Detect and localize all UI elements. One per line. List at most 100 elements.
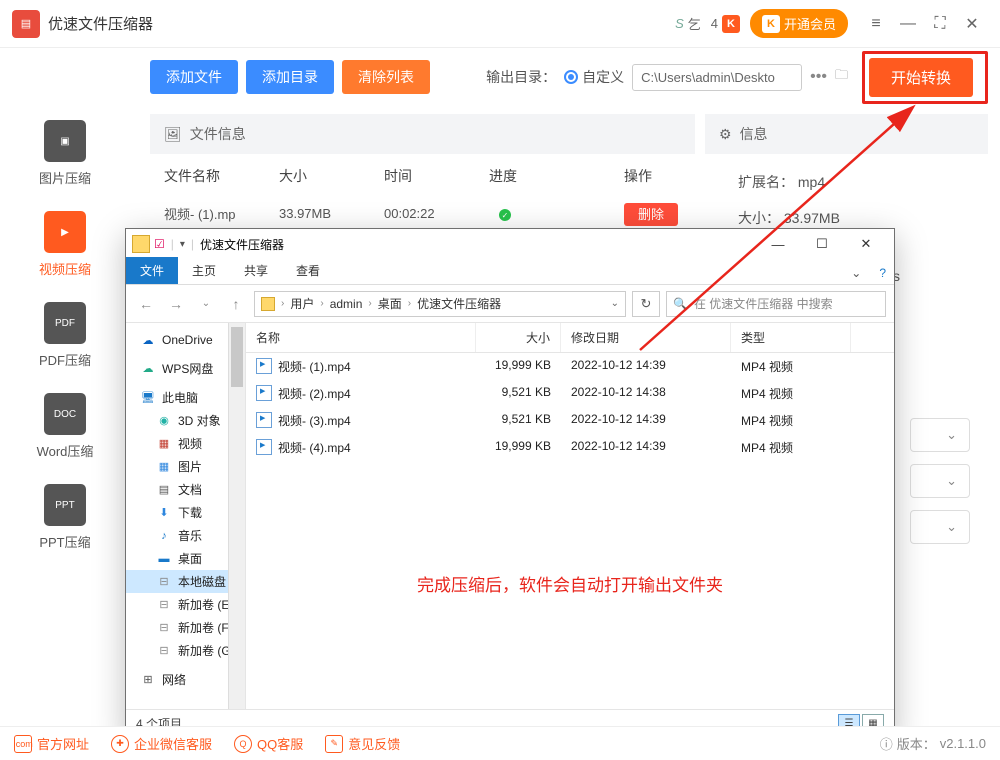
sidebar-item-image[interactable]: ▣ 图片压缩 bbox=[0, 106, 130, 197]
title-bar: ▤ 优速文件压缩器 S 乞 4 K K开通会员 ≡ — ⛶ ✕ bbox=[0, 0, 1000, 48]
breadcrumb[interactable]: › 用户› admin› 桌面› 优速文件压缩器 ⌄ bbox=[254, 291, 626, 317]
tab-view[interactable]: 查看 bbox=[282, 257, 334, 284]
cell-name: 视频- (1).mp bbox=[164, 204, 279, 223]
start-convert-button[interactable]: 开始转换 bbox=[869, 58, 973, 97]
explorer-tree[interactable]: ☁OneDrive ☁WPS网盘 🖥此电脑 ◉3D 对象 ▦视频 ▦图片 ▤文档… bbox=[126, 323, 246, 709]
nav-forward-icon[interactable]: → bbox=[164, 292, 188, 316]
tree-downloads[interactable]: ⬇下载 bbox=[126, 501, 245, 524]
search-icon: 🔍 bbox=[673, 297, 688, 311]
delete-button[interactable]: 删除 bbox=[624, 203, 678, 226]
col-type[interactable]: 类型 bbox=[731, 323, 851, 352]
clear-list-button[interactable]: 清除列表 bbox=[342, 60, 430, 94]
list-item[interactable]: 视频- (1).mp419,999 KB2022-10-12 14:39MP4 … bbox=[246, 353, 894, 380]
tree-music[interactable]: ♪音乐 bbox=[126, 524, 245, 547]
footer-wechat[interactable]: ✚企业微信客服 bbox=[111, 734, 212, 753]
output-path-input[interactable]: C:\Users\admin\Deskto bbox=[632, 64, 802, 91]
tree-scrollbar[interactable] bbox=[231, 327, 243, 387]
start-highlight: 开始转换 bbox=[862, 51, 988, 104]
tree-pictures[interactable]: ▦图片 bbox=[126, 455, 245, 478]
site-icon: .com bbox=[14, 735, 32, 753]
tab-home[interactable]: 主页 bbox=[178, 257, 230, 284]
tree-desktop[interactable]: ▬桌面 bbox=[126, 547, 245, 570]
title-k-badge[interactable]: 4 K bbox=[711, 15, 740, 33]
search-input[interactable]: 🔍在 优速文件压缩器 中搜索 bbox=[666, 291, 886, 317]
minimize-icon[interactable]: — bbox=[892, 8, 924, 40]
hidden-dropdown-2[interactable]: ⌄ bbox=[910, 464, 970, 510]
info-icon: ⓘ bbox=[880, 734, 893, 753]
tree-3d[interactable]: ◉3D 对象 bbox=[126, 409, 245, 432]
tree-thispc[interactable]: 🖥此电脑 bbox=[126, 386, 245, 409]
hidden-dropdown-3[interactable]: ⌄ bbox=[910, 510, 970, 556]
th-name: 文件名称 bbox=[164, 166, 279, 186]
col-size[interactable]: 大小 bbox=[476, 323, 561, 352]
tab-file[interactable]: 文件 bbox=[126, 257, 178, 284]
list-header[interactable]: 名称 大小 修改日期 类型 bbox=[246, 323, 894, 353]
custom-radio[interactable] bbox=[564, 70, 578, 84]
help-icon[interactable]: ? bbox=[871, 262, 894, 284]
menu-icon[interactable]: ≡ bbox=[860, 8, 892, 40]
add-dir-button[interactable]: 添加目录 bbox=[246, 60, 334, 94]
footer-site[interactable]: .com官方网址 bbox=[14, 734, 89, 753]
explorer-titlebar: ☑ | ▾ | 优速文件压缩器 — ☐ ✕ bbox=[126, 229, 894, 259]
add-file-button[interactable]: 添加文件 bbox=[150, 60, 238, 94]
tree-localdisk[interactable]: ⊟本地磁盘 bbox=[126, 570, 245, 593]
cell-time: 00:02:22 bbox=[384, 206, 489, 221]
tree-network[interactable]: ⊞网络 bbox=[126, 668, 245, 691]
footer-feedback[interactable]: ✎意见反馈 bbox=[325, 734, 400, 753]
maximize-icon[interactable]: ⛶ bbox=[924, 8, 956, 40]
browse-dots-icon[interactable]: ••• bbox=[810, 68, 827, 86]
sidebar-item-ppt[interactable]: PPT PPT压缩 bbox=[0, 470, 130, 561]
output-label: 输出目录： bbox=[486, 67, 556, 87]
sidebar-item-video[interactable]: ▶ 视频压缩 bbox=[0, 197, 130, 288]
path-dropdown-icon[interactable]: ⌄ bbox=[611, 298, 619, 309]
tree-video[interactable]: ▦视频 bbox=[126, 432, 245, 455]
video-file-icon bbox=[256, 412, 272, 428]
hidden-dropdown-1[interactable]: ⌄ bbox=[910, 418, 970, 464]
ribbon-collapse-icon[interactable]: ⌄ bbox=[841, 262, 871, 284]
explorer-minimize-icon[interactable]: — bbox=[756, 230, 800, 258]
vip-button[interactable]: K开通会员 bbox=[750, 9, 848, 38]
title-s-icon[interactable]: S 乞 bbox=[675, 14, 701, 33]
qat-check-icon[interactable]: ☑ bbox=[154, 237, 165, 251]
crumb[interactable]: 桌面 bbox=[374, 295, 406, 312]
custom-label: 自定义 bbox=[582, 67, 624, 87]
qat-chevron-icon[interactable]: ▾ bbox=[180, 239, 185, 250]
crumb[interactable]: admin bbox=[326, 297, 367, 311]
open-folder-icon[interactable]: 🗀 bbox=[835, 66, 848, 88]
list-item[interactable]: 视频- (3).mp49,521 KB2022-10-12 14:39MP4 视… bbox=[246, 407, 894, 434]
col-name[interactable]: 名称 bbox=[246, 323, 476, 352]
tab-share[interactable]: 共享 bbox=[230, 257, 282, 284]
footer-version: ⓘ版本：v2.1.1.0 bbox=[880, 734, 986, 753]
sidebar: ▣ 图片压缩 ▶ 视频压缩 PDF PDF压缩 DOC Word压缩 PPT P… bbox=[0, 106, 130, 561]
tree-onedrive[interactable]: ☁OneDrive bbox=[126, 329, 245, 351]
col-date[interactable]: 修改日期 bbox=[561, 323, 731, 352]
list-item[interactable]: 视频- (4).mp419,999 KB2022-10-12 14:39MP4 … bbox=[246, 434, 894, 461]
footer-qq[interactable]: QQQ客服 bbox=[234, 734, 303, 753]
word-compress-icon: DOC bbox=[44, 393, 86, 435]
path-folder-icon bbox=[261, 297, 275, 311]
video-file-icon bbox=[256, 358, 272, 374]
app-title: 优速文件压缩器 bbox=[48, 13, 153, 34]
file-info-header: 🖼文件信息 bbox=[150, 114, 695, 154]
tree-wps[interactable]: ☁WPS网盘 bbox=[126, 357, 245, 380]
nav-history-icon[interactable]: ⌄ bbox=[194, 292, 218, 316]
annotation-note: 完成压缩后，软件会自动打开输出文件夹 bbox=[246, 571, 894, 596]
sidebar-item-pdf[interactable]: PDF PDF压缩 bbox=[0, 288, 130, 379]
sidebar-item-word[interactable]: DOC Word压缩 bbox=[0, 379, 130, 470]
nav-back-icon[interactable]: ← bbox=[134, 292, 158, 316]
tree-documents[interactable]: ▤文档 bbox=[126, 478, 245, 501]
explorer-maximize-icon[interactable]: ☐ bbox=[800, 230, 844, 258]
close-icon[interactable]: ✕ bbox=[956, 8, 988, 40]
tree-vol-f[interactable]: ⊟新加卷 (F: bbox=[126, 616, 245, 639]
explorer-close-icon[interactable]: ✕ bbox=[844, 230, 888, 258]
pdf-compress-icon: PDF bbox=[44, 302, 86, 344]
crumb[interactable]: 用户 bbox=[286, 295, 318, 312]
nav-up-icon[interactable]: ↑ bbox=[224, 292, 248, 316]
sidebar-label: Word压缩 bbox=[0, 441, 130, 460]
refresh-icon[interactable]: ↻ bbox=[632, 291, 660, 317]
tree-vol-g[interactable]: ⊟新加卷 (G: bbox=[126, 639, 245, 662]
crumb[interactable]: 优速文件压缩器 bbox=[413, 295, 505, 312]
tree-vol-e[interactable]: ⊟新加卷 (E: bbox=[126, 593, 245, 616]
cell-size: 33.97MB bbox=[279, 206, 384, 221]
list-item[interactable]: 视频- (2).mp49,521 KB2022-10-12 14:38MP4 视… bbox=[246, 380, 894, 407]
